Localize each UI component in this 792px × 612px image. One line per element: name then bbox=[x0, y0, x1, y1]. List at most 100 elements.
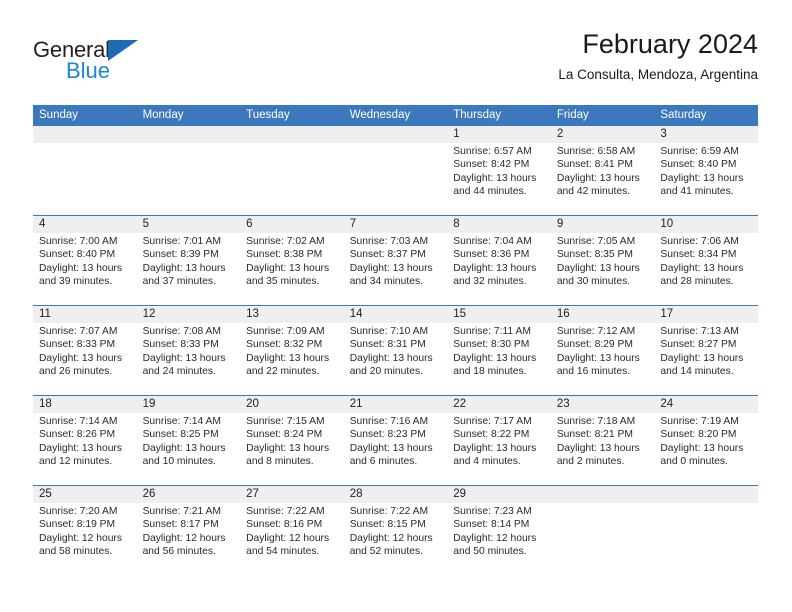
sunset-text: Sunset: 8:26 PM bbox=[39, 429, 116, 441]
day-cell[interactable]: 9 Sunrise: 7:05 AM Sunset: 8:35 PM Daylight… bbox=[550, 216, 655, 305]
day-number bbox=[240, 126, 344, 143]
sunrise-text: Sunrise: 7:20 AM bbox=[39, 506, 118, 517]
daylight-text-line1: Daylight: 13 hours bbox=[142, 352, 226, 364]
brand-logo-top: General bbox=[33, 38, 263, 62]
week-row: 11 Sunrise: 7:07 AM Sunset: 8:33 PM Dayligh… bbox=[33, 305, 758, 395]
day-cell[interactable]: 24 Sunrise: 7:19 AM Sunset: 8:20 PM Dayligh… bbox=[654, 396, 758, 485]
daylight-text-line1: Daylight: 13 hours bbox=[246, 442, 330, 454]
sunset-text: Sunset: 8:14 PM bbox=[453, 519, 530, 531]
sunset-text: Sunset: 8:29 PM bbox=[556, 339, 633, 351]
day-cell[interactable]: 5 Sunrise: 7:01 AM Sunset: 8:39 PM Daylight… bbox=[136, 216, 241, 305]
day-number: 17 bbox=[654, 306, 758, 323]
day-cell[interactable]: 8 Sunrise: 7:04 AM Sunset: 8:36 PM Daylight… bbox=[447, 216, 551, 305]
day-sun-info: Sunrise: 7:20 AM Sunset: 8:19 PM Daylight:… bbox=[33, 503, 137, 558]
day-cell-empty bbox=[654, 486, 758, 575]
brand-triangle-icon bbox=[107, 40, 138, 61]
day-cell[interactable]: 6 Sunrise: 7:02 AM Sunset: 8:38 PM Daylight… bbox=[240, 216, 344, 305]
day-cell[interactable]: 15 Sunrise: 7:11 AM Sunset: 8:30 PM Dayligh… bbox=[447, 306, 551, 395]
day-number: 29 bbox=[447, 486, 551, 503]
day-cell[interactable]: 14 Sunrise: 7:10 AM Sunset: 8:31 PM Dayligh… bbox=[343, 306, 448, 395]
day-number: 2 bbox=[550, 126, 655, 143]
daylight-text-line1: Daylight: 13 hours bbox=[556, 352, 640, 364]
day-cell[interactable]: 1 Sunrise: 6:57 AM Sunset: 8:42 PM Daylight… bbox=[447, 126, 551, 215]
day-number: 27 bbox=[240, 486, 344, 503]
day-number: 16 bbox=[550, 306, 655, 323]
day-cell[interactable]: 23 Sunrise: 7:18 AM Sunset: 8:21 PM Dayligh… bbox=[550, 396, 655, 485]
day-number: 4 bbox=[33, 216, 137, 233]
day-cell[interactable]: 20 Sunrise: 7:15 AM Sunset: 8:24 PM Dayligh… bbox=[240, 396, 344, 485]
sunrise-text: Sunrise: 7:22 AM bbox=[349, 506, 429, 517]
day-cell[interactable]: 28 Sunrise: 7:22 AM Sunset: 8:15 PM Dayligh… bbox=[343, 486, 448, 575]
sunrise-text: Sunrise: 7:12 AM bbox=[556, 326, 636, 337]
daylight-text-line2: and 41 minutes. bbox=[660, 185, 734, 197]
day-number: 20 bbox=[240, 396, 344, 413]
sunset-text: Sunset: 8:21 PM bbox=[556, 429, 633, 441]
sunset-text: Sunset: 8:19 PM bbox=[39, 519, 116, 531]
weekday-header-row: Sunday Monday Tuesday Wednesday Thursday… bbox=[33, 105, 758, 126]
sunrise-text: Sunrise: 7:06 AM bbox=[660, 236, 739, 247]
day-number: 19 bbox=[136, 396, 241, 413]
day-sun-info: Sunrise: 7:13 AM Sunset: 8:27 PM Daylight:… bbox=[654, 323, 758, 378]
daylight-text-line2: and 37 minutes. bbox=[142, 275, 216, 287]
day-cell[interactable]: 27 Sunrise: 7:22 AM Sunset: 8:16 PM Dayligh… bbox=[240, 486, 344, 575]
daylight-text-line1: Daylight: 12 hours bbox=[142, 532, 226, 544]
sunset-text: Sunset: 8:38 PM bbox=[246, 249, 323, 261]
weekday-header-sunday: Sunday bbox=[39, 109, 79, 121]
sunset-text: Sunset: 8:25 PM bbox=[142, 429, 219, 441]
day-cell[interactable]: 3 Sunrise: 6:59 AM Sunset: 8:40 PM Daylight… bbox=[654, 126, 758, 215]
day-number: 12 bbox=[136, 306, 241, 323]
day-cell[interactable]: 17 Sunrise: 7:13 AM Sunset: 8:27 PM Dayligh… bbox=[654, 306, 758, 395]
daylight-text-line2: and 14 minutes. bbox=[660, 365, 734, 377]
weekday-header-monday: Monday bbox=[142, 109, 184, 121]
day-cell[interactable]: 2 Sunrise: 6:58 AM Sunset: 8:41 PM Daylight… bbox=[550, 126, 655, 215]
daylight-text-line1: Daylight: 13 hours bbox=[349, 262, 433, 274]
day-cell[interactable]: 10 Sunrise: 7:06 AM Sunset: 8:34 PM Dayligh… bbox=[654, 216, 758, 305]
day-cell[interactable]: 7 Sunrise: 7:03 AM Sunset: 8:37 PM Daylight… bbox=[343, 216, 448, 305]
day-cell-empty bbox=[33, 126, 137, 215]
day-cell[interactable]: 19 Sunrise: 7:14 AM Sunset: 8:25 PM Dayligh… bbox=[136, 396, 241, 485]
day-cell[interactable]: 11 Sunrise: 7:07 AM Sunset: 8:33 PM Dayligh… bbox=[33, 306, 137, 395]
sunrise-text: Sunrise: 7:05 AM bbox=[556, 236, 636, 247]
day-cell[interactable]: 4 Sunrise: 7:00 AM Sunset: 8:40 PM Daylight… bbox=[33, 216, 137, 305]
daylight-text-line1: Daylight: 13 hours bbox=[39, 442, 122, 454]
day-number: 24 bbox=[654, 396, 758, 413]
daylight-text-line2: and 32 minutes. bbox=[453, 275, 527, 287]
sunset-text: Sunset: 8:27 PM bbox=[660, 339, 737, 351]
sunrise-text: Sunrise: 7:11 AM bbox=[453, 326, 531, 337]
sunset-text: Sunset: 8:20 PM bbox=[660, 429, 737, 441]
sunrise-text: Sunrise: 6:57 AM bbox=[453, 146, 532, 157]
day-number bbox=[550, 486, 655, 503]
sunset-text: Sunset: 8:39 PM bbox=[142, 249, 219, 261]
week-row: 25 Sunrise: 7:20 AM Sunset: 8:19 PM Dayligh… bbox=[33, 485, 758, 575]
day-cell[interactable]: 21 Sunrise: 7:16 AM Sunset: 8:23 PM Dayligh… bbox=[343, 396, 448, 485]
daylight-text-line2: and 4 minutes. bbox=[453, 455, 521, 467]
weekday-header-thursday: Thursday bbox=[453, 109, 502, 121]
day-cell[interactable]: 18 Sunrise: 7:14 AM Sunset: 8:26 PM Dayligh… bbox=[33, 396, 137, 485]
day-sun-info: Sunrise: 7:18 AM Sunset: 8:21 PM Daylight:… bbox=[551, 413, 655, 468]
day-number: 7 bbox=[343, 216, 448, 233]
day-number bbox=[136, 126, 241, 143]
day-sun-info: Sunrise: 7:23 AM Sunset: 8:14 PM Daylight:… bbox=[447, 503, 551, 558]
day-sun-info: Sunrise: 6:57 AM Sunset: 8:42 PM Daylight:… bbox=[447, 143, 551, 198]
day-cell[interactable]: 22 Sunrise: 7:17 AM Sunset: 8:22 PM Dayligh… bbox=[447, 396, 551, 485]
daylight-text-line1: Daylight: 13 hours bbox=[453, 352, 537, 364]
brand-logo[interactable]: General Blue bbox=[33, 38, 263, 90]
day-cell[interactable]: 13 Sunrise: 7:09 AM Sunset: 8:32 PM Dayligh… bbox=[240, 306, 344, 395]
day-sun-info: Sunrise: 6:59 AM Sunset: 8:40 PM Daylight:… bbox=[654, 143, 758, 198]
day-cell[interactable]: 16 Sunrise: 7:12 AM Sunset: 8:29 PM Dayligh… bbox=[550, 306, 655, 395]
sunrise-text: Sunrise: 7:07 AM bbox=[39, 326, 118, 337]
sunset-text: Sunset: 8:30 PM bbox=[453, 339, 530, 351]
sunset-text: Sunset: 8:37 PM bbox=[349, 249, 426, 261]
day-cell[interactable]: 29 Sunrise: 7:23 AM Sunset: 8:14 PM Dayligh… bbox=[447, 486, 551, 575]
day-sun-info: Sunrise: 7:05 AM Sunset: 8:35 PM Daylight:… bbox=[551, 233, 655, 288]
page-header: General Blue February 2024 La Consulta, … bbox=[33, 28, 758, 94]
day-cell[interactable]: 12 Sunrise: 7:08 AM Sunset: 8:33 PM Dayligh… bbox=[136, 306, 241, 395]
day-number: 8 bbox=[447, 216, 551, 233]
day-cell[interactable]: 26 Sunrise: 7:21 AM Sunset: 8:17 PM Dayligh… bbox=[136, 486, 241, 575]
day-sun-info: Sunrise: 7:22 AM Sunset: 8:15 PM Daylight:… bbox=[344, 503, 448, 558]
sunset-text: Sunset: 8:41 PM bbox=[556, 159, 633, 171]
day-sun-info: Sunrise: 7:19 AM Sunset: 8:20 PM Daylight:… bbox=[654, 413, 758, 468]
day-number: 9 bbox=[550, 216, 655, 233]
weekday-header-friday: Friday bbox=[556, 109, 589, 121]
day-cell[interactable]: 25 Sunrise: 7:20 AM Sunset: 8:19 PM Dayligh… bbox=[33, 486, 137, 575]
